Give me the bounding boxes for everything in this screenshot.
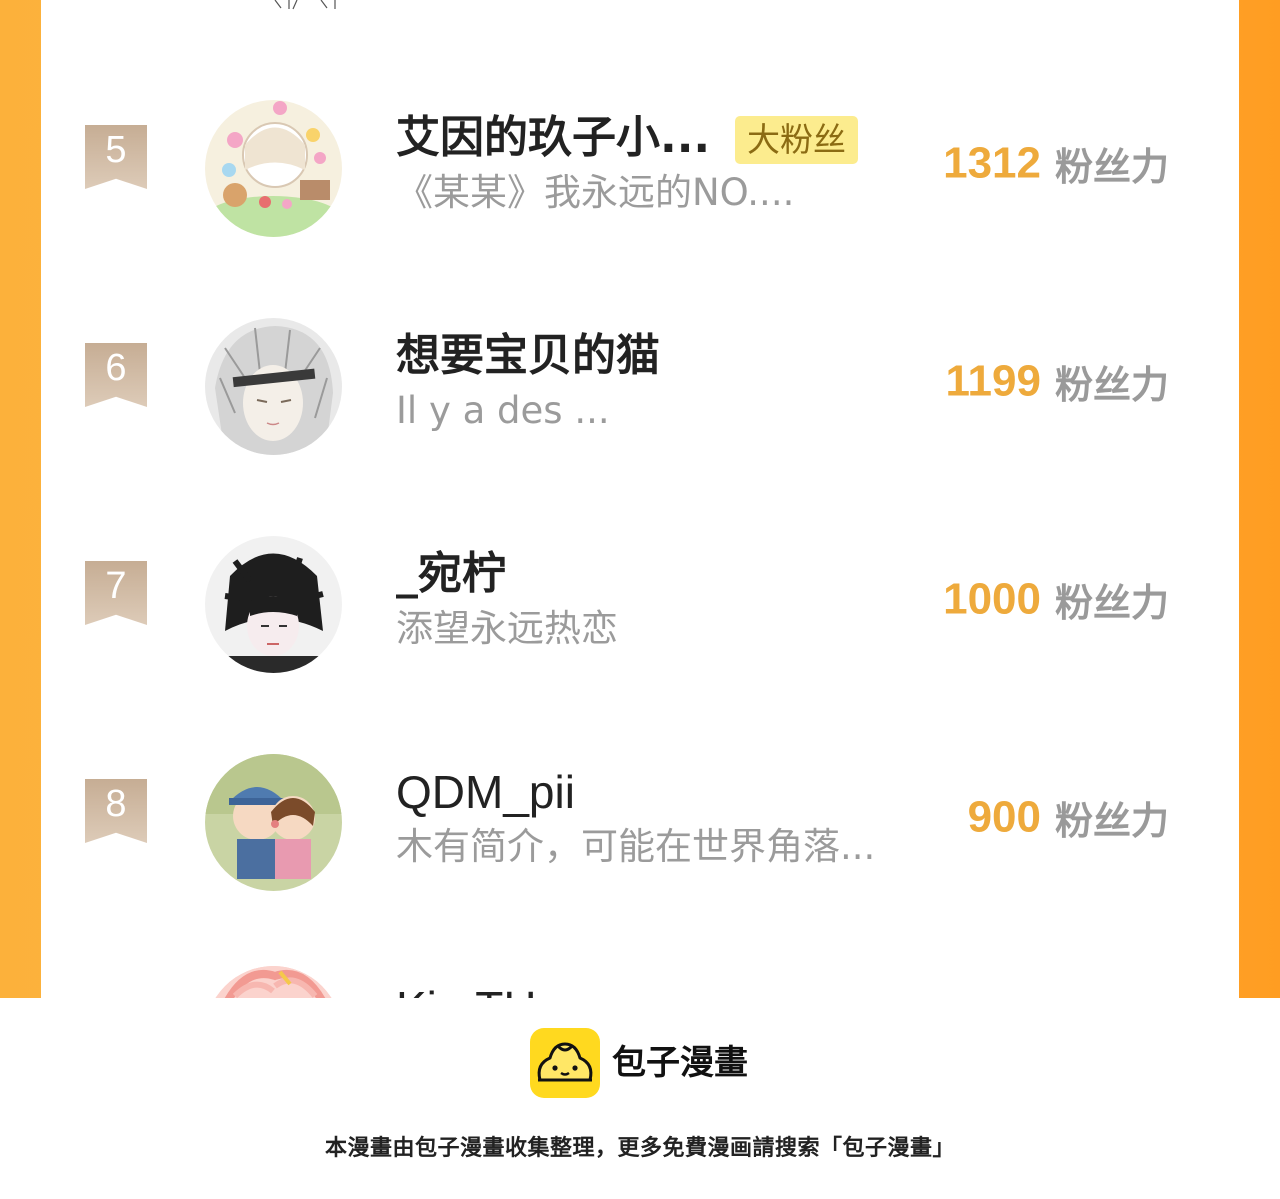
avatar-image bbox=[205, 100, 342, 237]
fan-power: 900 粉丝力 bbox=[968, 790, 1169, 845]
avatar[interactable] bbox=[205, 754, 342, 891]
user-name: _宛柠 bbox=[396, 548, 506, 599]
fan-power-value: 900 bbox=[967, 792, 1041, 842]
rank-row-7[interactable]: 7 _宛柠 添望永远热恋 1000 粉丝力 bbox=[41, 536, 1239, 686]
baozi-logo-icon bbox=[530, 1028, 600, 1098]
ranking-panel: 5 艾因的玖子小... 大粉丝 《某某》我永远的NO.... 1312 粉丝力 … bbox=[41, 0, 1239, 998]
avatar-image bbox=[205, 754, 342, 891]
next-row-avatar[interactable] bbox=[205, 966, 342, 998]
avatar-image bbox=[205, 966, 342, 998]
ranking-screen: 5 艾因的玖子小... 大粉丝 《某某》我永远的NO.... 1312 粉丝力 … bbox=[0, 0, 1280, 998]
user-name: QDM_pii bbox=[396, 766, 575, 818]
rank-badge: 6 bbox=[85, 343, 147, 407]
avatar-image bbox=[205, 536, 342, 673]
fan-power-unit: 粉丝力 bbox=[1054, 799, 1169, 843]
rank-badge: 5 bbox=[85, 125, 147, 189]
avatar[interactable] bbox=[205, 100, 342, 237]
avatar[interactable] bbox=[205, 536, 342, 673]
fan-power-value: 1199 bbox=[945, 356, 1041, 406]
fan-power-unit: 粉丝力 bbox=[1054, 145, 1169, 189]
fan-power-unit: 粉丝力 bbox=[1054, 363, 1169, 407]
fan-power-value: 1000 bbox=[943, 574, 1041, 624]
footer-watermark: 包子漫畫 本漫畫由包子漫畫收集整理，更多免費漫画請搜索「包子漫畫」 bbox=[0, 998, 1280, 1199]
rank-row-8[interactable]: 8 QDM_pii 木有简介，可能在世界角落... 900 粉丝力 bbox=[41, 754, 1239, 904]
rank-badge: 7 bbox=[85, 561, 147, 625]
rank-row-5[interactable]: 5 艾因的玖子小... 大粉丝 《某某》我永远的NO.... 1312 粉丝力 bbox=[41, 100, 1239, 250]
rank-row-6[interactable]: 6 想要宝贝的猫 Il y a des ... 1199 粉丝力 bbox=[41, 318, 1239, 468]
next-row-name: Ki...TH... bbox=[396, 980, 575, 998]
user-bio: Il y a des ... bbox=[396, 389, 610, 432]
fan-power: 1312 粉丝力 bbox=[943, 136, 1169, 191]
footer-note: 本漫畫由包子漫畫收集整理，更多免費漫画請搜索「包子漫畫」 bbox=[324, 1136, 955, 1161]
fan-level-badge: 大粉丝 bbox=[735, 116, 858, 164]
user-bio: 《某某》我永远的NO.... bbox=[396, 171, 795, 214]
avatar[interactable] bbox=[205, 318, 342, 455]
fan-power: 1199 粉丝力 bbox=[946, 354, 1169, 409]
user-name: 想要宝贝的猫 bbox=[396, 330, 660, 381]
fan-power-value: 1312 bbox=[943, 138, 1041, 188]
avatar-sketch-fragment bbox=[274, 0, 336, 10]
user-name: 艾因的玖子小... bbox=[396, 112, 711, 163]
fan-power-unit: 粉丝力 bbox=[1054, 581, 1169, 625]
fan-power: 1000 粉丝力 bbox=[943, 572, 1169, 627]
user-bio: 添望永远热恋 bbox=[396, 607, 618, 650]
user-bio: 木有简介，可能在世界角落... bbox=[396, 825, 876, 868]
brand-name: 包子漫畫 bbox=[612, 1043, 748, 1083]
avatar-image bbox=[205, 318, 342, 455]
rank-badge: 8 bbox=[85, 779, 147, 843]
